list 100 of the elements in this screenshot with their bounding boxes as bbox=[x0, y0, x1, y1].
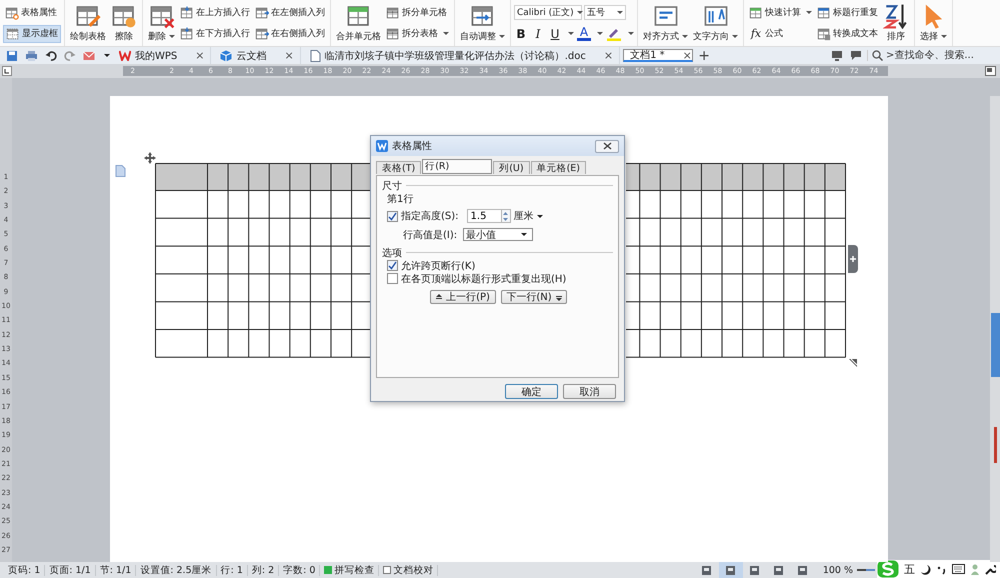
ribbon-button[interactable]: 合并单元格 bbox=[334, 2, 383, 44]
comment-icon[interactable] bbox=[850, 50, 862, 62]
bold-button[interactable]: B bbox=[514, 26, 528, 41]
font-color-button[interactable]: A bbox=[577, 26, 591, 41]
plus-icon bbox=[849, 255, 857, 263]
view-icon bbox=[773, 564, 784, 576]
table-gear-icon bbox=[5, 6, 19, 20]
wrench-icon[interactable] bbox=[985, 564, 996, 574]
scrollbar[interactable] bbox=[990, 96, 1000, 562]
view-icon bbox=[725, 564, 736, 576]
italic-button[interactable]: I bbox=[531, 26, 545, 41]
status-text: 设置值: 2.5厘米 bbox=[136, 564, 217, 576]
dialog-tab[interactable]: 列(U) bbox=[493, 161, 530, 174]
dialog-tab[interactable]: 行(R) bbox=[422, 159, 492, 174]
cancel-button[interactable]: 取消 bbox=[563, 384, 616, 399]
zoom-level[interactable]: 100 % bbox=[822, 564, 853, 576]
insert-row-icon bbox=[180, 26, 194, 40]
ribbon-button[interactable]: 文字方向 bbox=[691, 2, 740, 44]
highlighter-icon[interactable] bbox=[606, 26, 622, 41]
ruler-toggle-icon[interactable] bbox=[985, 66, 996, 76]
split-cells-icon bbox=[386, 6, 400, 20]
mail-icon[interactable] bbox=[83, 50, 96, 62]
status-text: 行: 1 bbox=[216, 564, 248, 576]
checkbox[interactable] bbox=[387, 273, 398, 284]
sort-icon bbox=[883, 3, 909, 29]
ribbon-button[interactable]: 在上方插入行 bbox=[178, 4, 252, 22]
height-field[interactable]: 1.5 bbox=[466, 209, 501, 223]
dialog-tab[interactable]: 单元格(E) bbox=[530, 161, 586, 174]
resize-handle-icon[interactable] bbox=[849, 359, 857, 367]
caret-icon bbox=[597, 32, 603, 36]
arrow-up-icon bbox=[436, 294, 442, 300]
ribbon-button[interactable]: 快速计算 bbox=[747, 4, 814, 22]
status-text: 字数: 0 bbox=[279, 564, 320, 576]
ribbon-button[interactable]: 自动调整 bbox=[458, 2, 507, 44]
caret-icon[interactable] bbox=[104, 54, 110, 57]
input-method-logo-icon[interactable] bbox=[877, 560, 899, 578]
search-icon bbox=[872, 50, 883, 61]
caret-icon bbox=[628, 32, 634, 36]
save-icon[interactable] bbox=[6, 50, 18, 62]
ok-button[interactable]: 确定 bbox=[505, 384, 558, 399]
underline-button[interactable]: U bbox=[548, 26, 562, 41]
ribbon-button[interactable]: 拆分单元格 bbox=[384, 4, 451, 22]
view-mode-button[interactable] bbox=[718, 562, 743, 578]
checkbox[interactable] bbox=[387, 260, 398, 271]
app-logo-icon bbox=[376, 140, 388, 152]
insert-column-icon bbox=[255, 26, 269, 40]
unit-dropdown[interactable]: 厘米 bbox=[514, 209, 543, 223]
document-tab[interactable]: 文档1 * × bbox=[623, 49, 694, 62]
print-icon[interactable] bbox=[25, 50, 38, 62]
ribbon-button[interactable]: 在右侧插入列 bbox=[253, 24, 327, 42]
status-toggle[interactable]: 拼写检查 bbox=[320, 564, 380, 576]
caret-icon bbox=[568, 32, 574, 36]
ribbon-button[interactable]: 绘制表格 bbox=[68, 2, 108, 44]
font-size-dropdown[interactable]: 五号 bbox=[584, 5, 626, 20]
new-tab-button[interactable]: + bbox=[696, 48, 712, 64]
view-icon bbox=[701, 564, 712, 576]
ribbon-button[interactable]: 标题行重复 bbox=[815, 4, 880, 22]
status-toggle[interactable]: 文档校对 bbox=[379, 564, 438, 576]
close-icon bbox=[602, 142, 612, 150]
ribbon-button[interactable]: 在下方插入行 bbox=[178, 24, 252, 42]
checkbox-label[interactable]: 允许跨页断行(K) bbox=[401, 258, 476, 272]
ribbon-button[interactable]: 表格属性 bbox=[3, 4, 61, 22]
add-row-handle[interactable] bbox=[848, 245, 858, 273]
dialog-tab[interactable]: 表格(T) bbox=[376, 161, 422, 174]
ribbon-button[interactable]: 拆分表格 bbox=[384, 24, 451, 42]
checkbox-label[interactable]: 在各页顶端以标题行形式重复出现(H) bbox=[401, 272, 566, 286]
checkbox[interactable] bbox=[387, 210, 398, 222]
ribbon-button[interactable]: 显示虚框 bbox=[3, 24, 61, 42]
move-handle-icon[interactable] bbox=[144, 152, 156, 164]
monitor-icon[interactable] bbox=[831, 50, 843, 62]
font-dropdown[interactable]: Calibri (正文) bbox=[514, 5, 582, 20]
input-mode-label[interactable]: 五 bbox=[904, 562, 915, 576]
section-title: 尺寸 bbox=[382, 180, 402, 192]
row-height-select[interactable]: 最小值 bbox=[463, 228, 534, 241]
checkbox-label[interactable]: 指定高度(S): bbox=[401, 209, 459, 223]
next-row-button[interactable]: 下一行(N) bbox=[501, 290, 567, 304]
search-field[interactable]: >查找命令、搜索... bbox=[867, 50, 1000, 61]
split-cells-icon bbox=[386, 26, 400, 40]
keyboard-icon[interactable] bbox=[952, 564, 965, 574]
ribbon-button[interactable]: 对齐方式 bbox=[641, 2, 690, 44]
w-logo-icon bbox=[119, 50, 131, 61]
ribbon-button[interactable]: 排序 bbox=[881, 2, 911, 44]
row-label: 第1行 bbox=[386, 193, 414, 207]
previous-row-button[interactable]: 上一行(P) bbox=[430, 290, 496, 304]
spinner-buttons[interactable] bbox=[500, 209, 511, 223]
tab-stop-icon[interactable] bbox=[2, 66, 12, 76]
ribbon-button[interactable]: 选择 bbox=[918, 2, 949, 44]
status-text: 列: 2 bbox=[248, 564, 280, 576]
ribbon-button[interactable]: 擦除 bbox=[109, 2, 139, 44]
undo-icon[interactable] bbox=[45, 50, 57, 62]
view-icon bbox=[749, 564, 760, 576]
repeat-header-icon bbox=[817, 6, 831, 20]
close-button[interactable] bbox=[595, 140, 619, 152]
ribbon-button[interactable]: 删除 bbox=[146, 2, 177, 44]
status-text: 页面: 1/1 bbox=[45, 564, 96, 576]
moon-icon[interactable] bbox=[920, 564, 931, 574]
select-value: 最小值 bbox=[466, 228, 496, 242]
ribbon-button[interactable]: 转换成文本 bbox=[815, 24, 880, 42]
ribbon-button[interactable]: fx 公式 bbox=[747, 25, 814, 42]
ribbon-button[interactable]: 在左侧插入列 bbox=[253, 4, 327, 22]
